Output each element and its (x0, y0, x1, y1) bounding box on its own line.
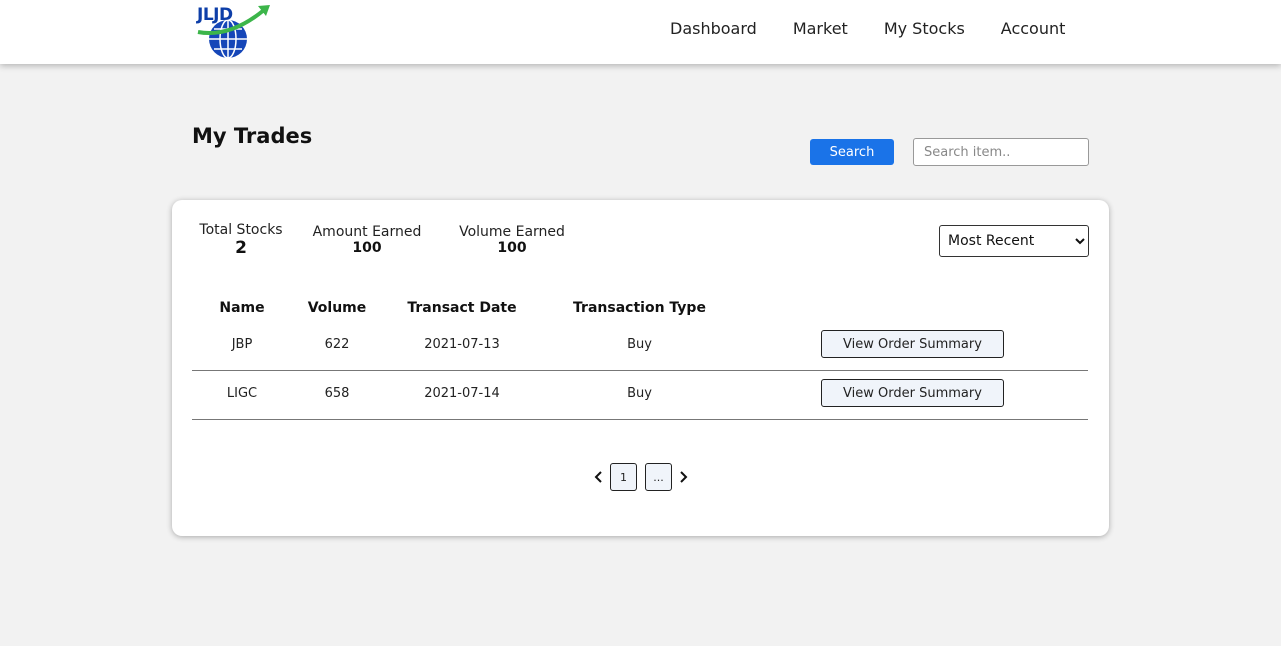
amount-earned-stat: Amount Earned 100 (310, 224, 424, 256)
chevron-right-icon[interactable] (676, 463, 690, 491)
cell-volume: 658 (324, 386, 350, 401)
logo-text: JLJD (197, 5, 233, 25)
search-input[interactable] (913, 138, 1089, 166)
cell-name: LIGC (226, 386, 258, 401)
sort-select[interactable]: Most Recent (939, 225, 1089, 257)
brand-logo[interactable]: JLJD (194, 2, 272, 60)
pagination: 1 ... (592, 463, 690, 491)
cell-type: Buy (627, 386, 652, 401)
top-navbar: JLJD Dashboard Market My Stocks Account (0, 0, 1281, 64)
total-stocks-value: 2 (235, 238, 247, 258)
trades-table: Name Volume Transact Date Transaction Ty… (192, 300, 1088, 420)
trades-card: Total Stocks 2 Amount Earned 100 Volume … (172, 200, 1109, 536)
nav-item-dashboard[interactable]: Dashboard (670, 18, 757, 40)
nav-item-account[interactable]: Account (1001, 18, 1066, 40)
header-volume: Volume (307, 300, 367, 316)
table-row: LIGC 658 2021-07-14 Buy View Order Summa… (192, 371, 1088, 420)
cell-type: Buy (627, 337, 652, 352)
search-button[interactable]: Search (810, 139, 894, 165)
view-order-summary-button[interactable]: View Order Summary (821, 379, 1004, 407)
total-stocks-stat: Total Stocks 2 (192, 222, 290, 258)
main-nav: Dashboard Market My Stocks Account (670, 18, 1065, 40)
chevron-left-icon[interactable] (592, 463, 606, 491)
page-button-1[interactable]: 1 (610, 463, 637, 491)
page-button-ellipsis[interactable]: ... (645, 463, 672, 491)
volume-earned-label: Volume Earned (459, 224, 565, 240)
nav-item-market[interactable]: Market (793, 18, 848, 40)
page-title: My Trades (192, 124, 313, 148)
cell-date: 2021-07-14 (424, 386, 500, 401)
table-header: Name Volume Transact Date Transaction Ty… (192, 300, 1088, 322)
header-name: Name (219, 300, 265, 316)
header-transact-date: Transact Date (407, 300, 517, 316)
nav-item-my-stocks[interactable]: My Stocks (884, 18, 965, 40)
volume-earned-value: 100 (497, 240, 527, 256)
total-stocks-label: Total Stocks (199, 222, 283, 238)
cell-date: 2021-07-13 (424, 337, 500, 352)
volume-earned-stat: Volume Earned 100 (457, 224, 567, 256)
cell-name: JBP (231, 337, 253, 352)
header-transaction-type: Transaction Type (573, 300, 706, 316)
view-order-summary-button[interactable]: View Order Summary (821, 330, 1004, 358)
table-row: JBP 622 2021-07-13 Buy View Order Summar… (192, 322, 1088, 371)
amount-earned-value: 100 (352, 240, 382, 256)
amount-earned-label: Amount Earned (312, 224, 422, 240)
cell-volume: 622 (324, 337, 350, 352)
